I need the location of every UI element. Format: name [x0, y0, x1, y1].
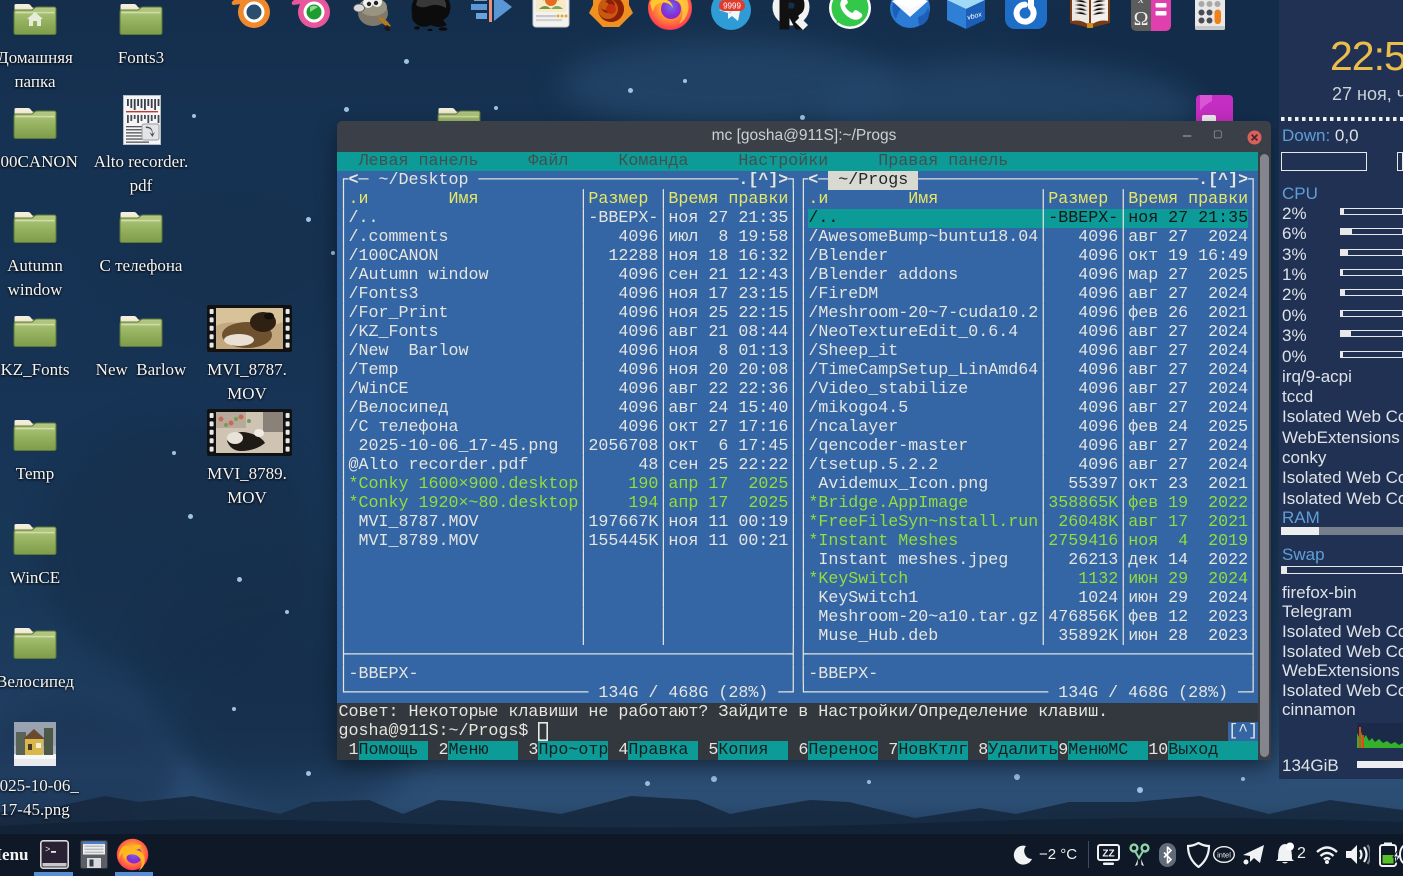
- svg-text:intel: intel: [1217, 851, 1231, 860]
- svg-text:Ω: Ω: [1134, 8, 1149, 30]
- svg-text:x: x: [1137, 0, 1144, 6]
- svg-text:>: >: [45, 845, 50, 855]
- svg-text:ZZ: ZZ: [1102, 849, 1114, 860]
- svg-text:9999: 9999: [723, 2, 741, 11]
